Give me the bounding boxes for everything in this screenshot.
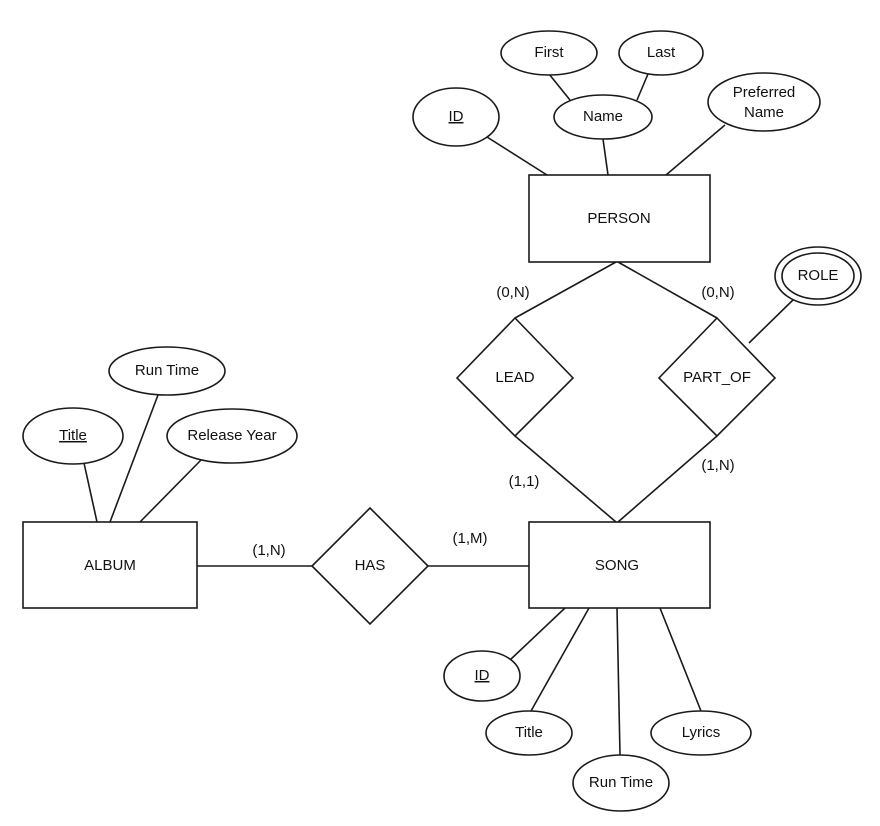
line-name-last <box>636 73 649 101</box>
attr-name: Name <box>553 94 653 140</box>
cardinality-partof-song: (1,N) <box>701 457 734 474</box>
relationship-has-label: HAS <box>355 557 386 574</box>
attr-album-title: Title <box>22 407 124 465</box>
line-song-title <box>530 607 590 712</box>
er-diagram: First Last Name ID Preferred Name PERSON… <box>22 30 862 812</box>
line-album-releaseyear <box>139 457 204 523</box>
attr-album-run-time-label: Run Time <box>135 362 199 379</box>
cardinality-album-has: (1,N) <box>252 542 285 559</box>
entity-person-label: PERSON <box>587 210 650 227</box>
attr-song-lyrics-label: Lyrics <box>682 724 721 741</box>
relationship-lead-label: LEAD <box>495 369 534 386</box>
attr-preferred-label-2: Name <box>744 104 784 121</box>
line-name-first <box>548 73 571 101</box>
line-person-lead <box>514 261 617 319</box>
attr-song-id: ID <box>443 650 521 702</box>
attr-first: First <box>500 30 598 76</box>
attr-song-run-time-label: Run Time <box>589 774 653 791</box>
cardinality-person-partof: (0,N) <box>701 284 734 301</box>
attr-album-title-label: Title <box>59 427 87 444</box>
attr-person-id: ID <box>412 87 500 147</box>
line-person-name <box>602 138 609 176</box>
attr-last: Last <box>618 30 704 76</box>
cardinality-person-lead: (0,N) <box>496 284 529 301</box>
line-album-title <box>83 462 98 523</box>
line-song-runtime <box>616 607 621 756</box>
attr-person-id-label: ID <box>449 108 464 125</box>
entity-album-label: ALBUM <box>84 557 136 574</box>
relationship-lead: LEAD <box>455 316 575 438</box>
attr-role-label: ROLE <box>798 267 839 284</box>
cardinality-lead-song: (1,1) <box>509 473 540 490</box>
line-person-id <box>486 136 548 176</box>
attr-name-label: Name <box>583 108 623 125</box>
line-partof-song <box>617 435 718 523</box>
attr-album-release-year-label: Release Year <box>187 427 276 444</box>
cardinality-has-song: (1,M) <box>453 530 488 547</box>
line-partof-role <box>748 297 796 344</box>
entity-song-label: SONG <box>595 557 639 574</box>
attr-album-release-year: Release Year <box>166 408 298 464</box>
relationship-has: HAS <box>310 506 430 626</box>
attr-role: ROLE <box>774 246 862 306</box>
line-person-preferred <box>665 124 726 176</box>
entity-album: ALBUM <box>22 521 198 609</box>
entity-person: PERSON <box>528 174 711 263</box>
attr-song-title: Title <box>485 710 573 756</box>
line-song-id <box>509 607 566 661</box>
attr-song-lyrics: Lyrics <box>650 710 752 756</box>
attr-song-title-label: Title <box>515 724 543 741</box>
attr-last-label: Last <box>647 44 676 61</box>
attr-song-id-label: ID <box>475 667 490 684</box>
entity-song: SONG <box>528 521 711 609</box>
line-song-lyrics <box>659 607 702 712</box>
attr-preferred-label-1: Preferred <box>733 84 796 101</box>
relationship-part-of-label: PART_OF <box>683 369 751 386</box>
line-album-runtime <box>109 394 159 523</box>
attr-first-label: First <box>534 44 564 61</box>
attr-album-run-time: Run Time <box>108 346 226 396</box>
attr-preferred-name: Preferred Name <box>707 72 821 132</box>
attr-song-run-time: Run Time <box>572 754 670 812</box>
